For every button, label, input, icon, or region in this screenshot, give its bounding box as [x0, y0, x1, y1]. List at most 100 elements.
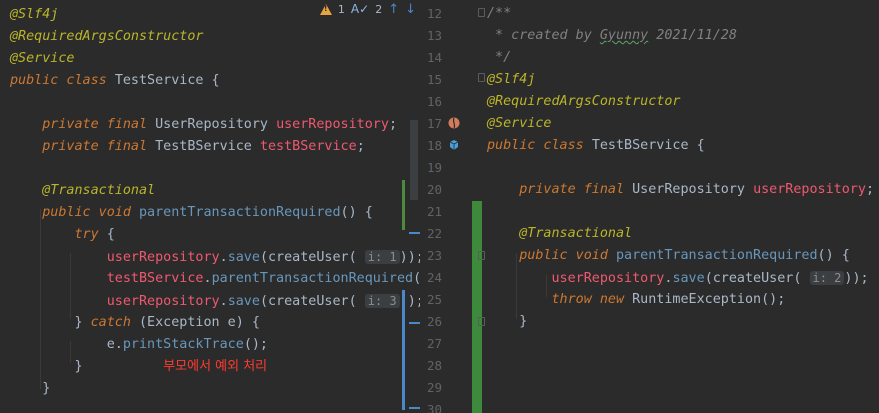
code-line[interactable]: testBService.parentTransactionRequired()… [0, 268, 420, 290]
code-token: printStackTrace [122, 337, 244, 352]
code-token: TestBService [155, 139, 260, 154]
code-token: testBService [259, 139, 357, 154]
code-line[interactable]: public void parentTransactionRequired() … [0, 202, 420, 224]
code-line[interactable]: @Transactional [0, 180, 420, 202]
code-line[interactable]: public void parentTransactionRequired() … [420, 245, 879, 267]
code-line[interactable]: @RequiredArgsConstructor [420, 91, 879, 113]
previous-highlight-icon[interactable]: ↑ [388, 2, 399, 17]
fold-icon[interactable] [478, 251, 485, 260]
code-token: save [227, 294, 260, 309]
code-line[interactable] [420, 355, 879, 377]
annotation-note: 부모에서 예외 처리 [163, 359, 268, 374]
code-line[interactable]: } [420, 311, 879, 333]
code-line[interactable]: * created by Gyunny 2021/11/28 [420, 25, 879, 47]
code-token: @Service [10, 51, 75, 66]
code-token: save [672, 271, 705, 286]
code-text: e.printStackTrace(); [10, 334, 268, 356]
inspection-widget[interactable]: 1 A✓ 2 ↑ ↓ [319, 0, 416, 18]
code-text: @RequiredArgsConstructor [487, 91, 680, 113]
code-text: try { [10, 224, 115, 246]
code-token: ; [388, 117, 397, 132]
code-line[interactable]: private final UserRepository userReposit… [420, 179, 879, 201]
bean-implementation-icon[interactable] [448, 139, 460, 151]
code-line[interactable]: @RequiredArgsConstructor [0, 26, 420, 48]
code-line[interactable]: } [0, 378, 420, 400]
parameter-hint: i: 1 [364, 250, 400, 264]
code-token: UserRepository [155, 117, 277, 132]
code-line[interactable] [0, 158, 420, 180]
code-line[interactable] [420, 201, 879, 223]
code-token: parentTransactionRequired [616, 248, 818, 263]
code-line[interactable]: e.printStackTrace(); [0, 334, 420, 356]
code-line[interactable]: userRepository.save(createUser( i: 2)); [420, 267, 879, 289]
bean-icon[interactable] [448, 117, 460, 129]
code-token: public void [519, 248, 616, 263]
code-token: @Service [487, 116, 552, 131]
code-token: TestBService { [591, 138, 705, 153]
code-line[interactable] [420, 377, 879, 399]
code-token: () { [340, 205, 373, 220]
left-editor-pane[interactable]: @Slf4j @RequiredArgsConstructor @Service pu… [0, 0, 420, 413]
code-text: public void parentTransactionRequired() … [10, 202, 373, 224]
code-line[interactable] [420, 399, 879, 413]
scrollbar-thumb[interactable] [410, 120, 418, 200]
code-token: parentTransactionRequired [139, 205, 341, 220]
code-line[interactable]: @Transactional [420, 223, 879, 245]
code-line[interactable]: /** [420, 3, 879, 25]
typo-icon: A✓ [350, 2, 370, 16]
code-line[interactable]: private final TestBService testBService; [0, 136, 420, 158]
change-marker [402, 180, 405, 230]
code-line[interactable]: userRepository.save(createUser( i: 3)); [0, 290, 420, 312]
code-line[interactable]: @Service [0, 48, 420, 70]
parameter-hint: i: 2 [809, 271, 845, 285]
code-line[interactable]: userRepository.save(createUser( i: 1)); [0, 246, 420, 268]
code-line[interactable] [420, 157, 879, 179]
code-line[interactable]: public class TestService { [0, 70, 420, 92]
code-token: throw new [551, 292, 633, 307]
code-line[interactable]: try { [0, 224, 420, 246]
fold-icon[interactable] [478, 317, 485, 326]
code-token: @RequiredArgsConstructor [487, 94, 681, 109]
fold-icon[interactable] [478, 8, 485, 17]
code-token: public void [42, 205, 139, 220]
code-line[interactable]: } 부모에서 예외 처리 [0, 356, 420, 378]
code-line[interactable]: @Service [420, 113, 879, 135]
code-text: public class TestService { [10, 70, 220, 92]
code-token: private final [42, 117, 156, 132]
indent-guide [546, 275, 547, 297]
code-token: (); [413, 271, 420, 286]
code-token: private final [42, 139, 156, 154]
code-line[interactable]: @Slf4j [420, 69, 879, 91]
code-line[interactable]: */ [420, 47, 879, 69]
next-highlight-icon[interactable]: ↓ [405, 2, 416, 17]
code-token: userRepository [106, 294, 220, 309]
code-token: ; [356, 139, 365, 154]
fold-icon[interactable] [478, 73, 485, 82]
code-line[interactable]: private final UserRepository userReposit… [0, 114, 420, 136]
code-token: try [74, 227, 107, 242]
code-token: 2021/11/28 [648, 28, 737, 43]
code-token: public class [10, 73, 115, 88]
code-line[interactable]: } catch (Exception e) { [0, 312, 420, 334]
code-token: . [219, 250, 228, 265]
change-marker [472, 201, 482, 413]
code-token: @Slf4j [10, 7, 59, 22]
code-token: /** [487, 6, 512, 21]
code-line[interactable]: throw new RuntimeException(); [420, 289, 879, 311]
code-token: } [487, 314, 528, 329]
code-line[interactable] [0, 92, 420, 114]
code-token: )); [844, 271, 869, 286]
indent-guide [70, 341, 71, 363]
code-token: private final [519, 182, 633, 197]
code-token: . [219, 294, 228, 309]
code-line[interactable]: public class TestBService { [420, 135, 879, 157]
right-editor-pane[interactable]: 12 13 14 15 16 17 18 19 20 21 22 23 24 25 26 27 28 29 30 /… [420, 0, 879, 413]
code-text: } 부모에서 예외 처리 [10, 356, 267, 378]
code-text: userRepository.save(createUser( i: 1)); [10, 246, 420, 269]
code-line[interactable] [420, 333, 879, 355]
